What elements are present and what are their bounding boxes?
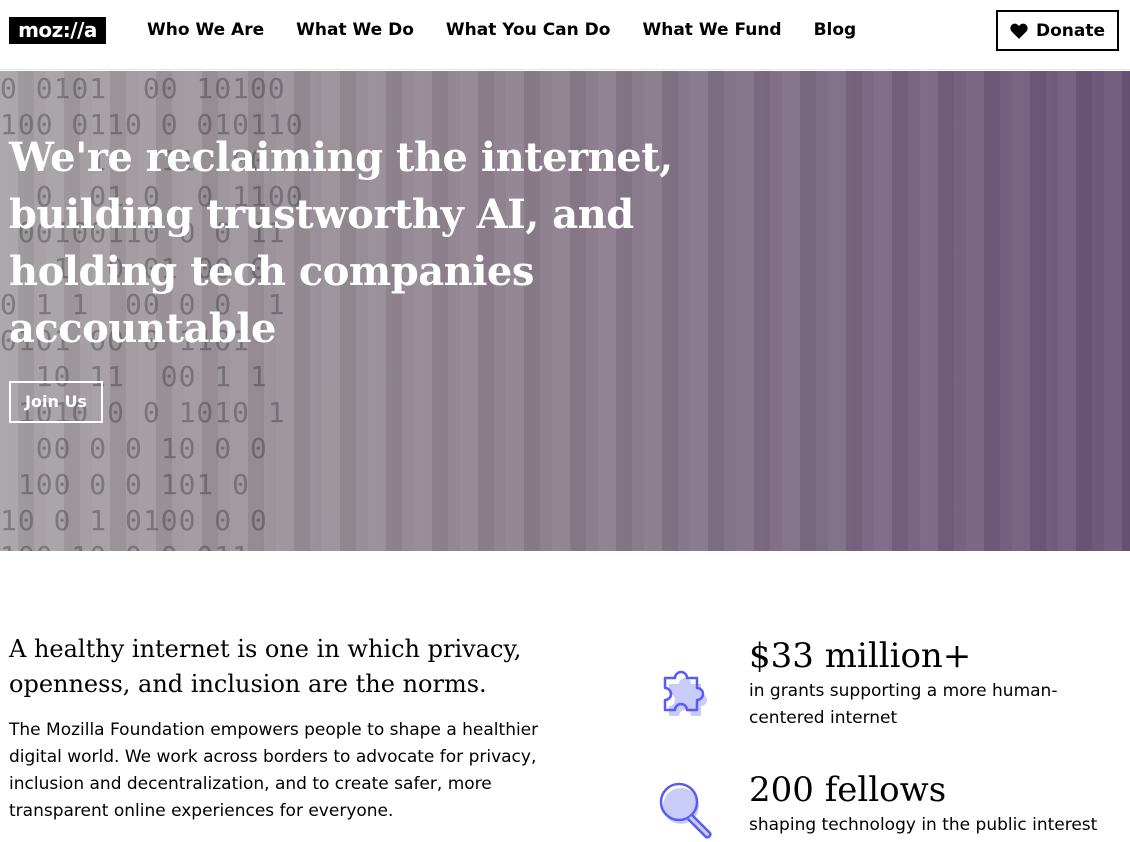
stat-fellows-caption: shaping technology in the public interes… (749, 815, 1098, 835)
mozilla-logo[interactable]: moz://a (9, 17, 106, 44)
stat-fellows-value: 200 fellows (749, 770, 947, 810)
donate-label: Donate (1035, 20, 1106, 41)
nav-what-you-can-do[interactable]: What You Can Do (446, 19, 611, 41)
hero-banner: 0 0101 00 10100 100 0110 0 010110 1 11 0… (0, 71, 1130, 551)
nav-what-we-fund[interactable]: What We Fund (642, 19, 781, 41)
stat-fellows: 200 fellows shaping technology in the pu… (655, 770, 1125, 842)
main-nav: Who We Are What We Do What You Can Do Wh… (147, 19, 888, 41)
site-header: moz://a Who We Are What We Do What You C… (0, 0, 1130, 70)
heart-icon (1010, 23, 1028, 39)
join-us-button[interactable]: Join Us (9, 381, 103, 423)
stat-grants-caption: in grants supporting a more human-center… (749, 681, 1058, 728)
donate-button[interactable]: Donate (996, 10, 1119, 51)
nav-blog[interactable]: Blog (814, 19, 857, 41)
hero-headline: We're reclaiming the internet, building … (9, 134, 673, 352)
intro-statement: A healthy internet is one in which priva… (9, 635, 522, 698)
stat-grants-value: $33 million+ (749, 636, 972, 676)
magnifier-icon (659, 782, 712, 839)
nav-what-we-do[interactable]: What We Do (296, 19, 414, 41)
puzzle-icon (663, 670, 707, 716)
stat-grants: $33 million+ in grants supporting a more… (655, 636, 1125, 746)
foundation-description: The Mozilla Foundation empowers people t… (9, 720, 539, 821)
nav-who-we-are[interactable]: Who We Are (147, 19, 264, 41)
